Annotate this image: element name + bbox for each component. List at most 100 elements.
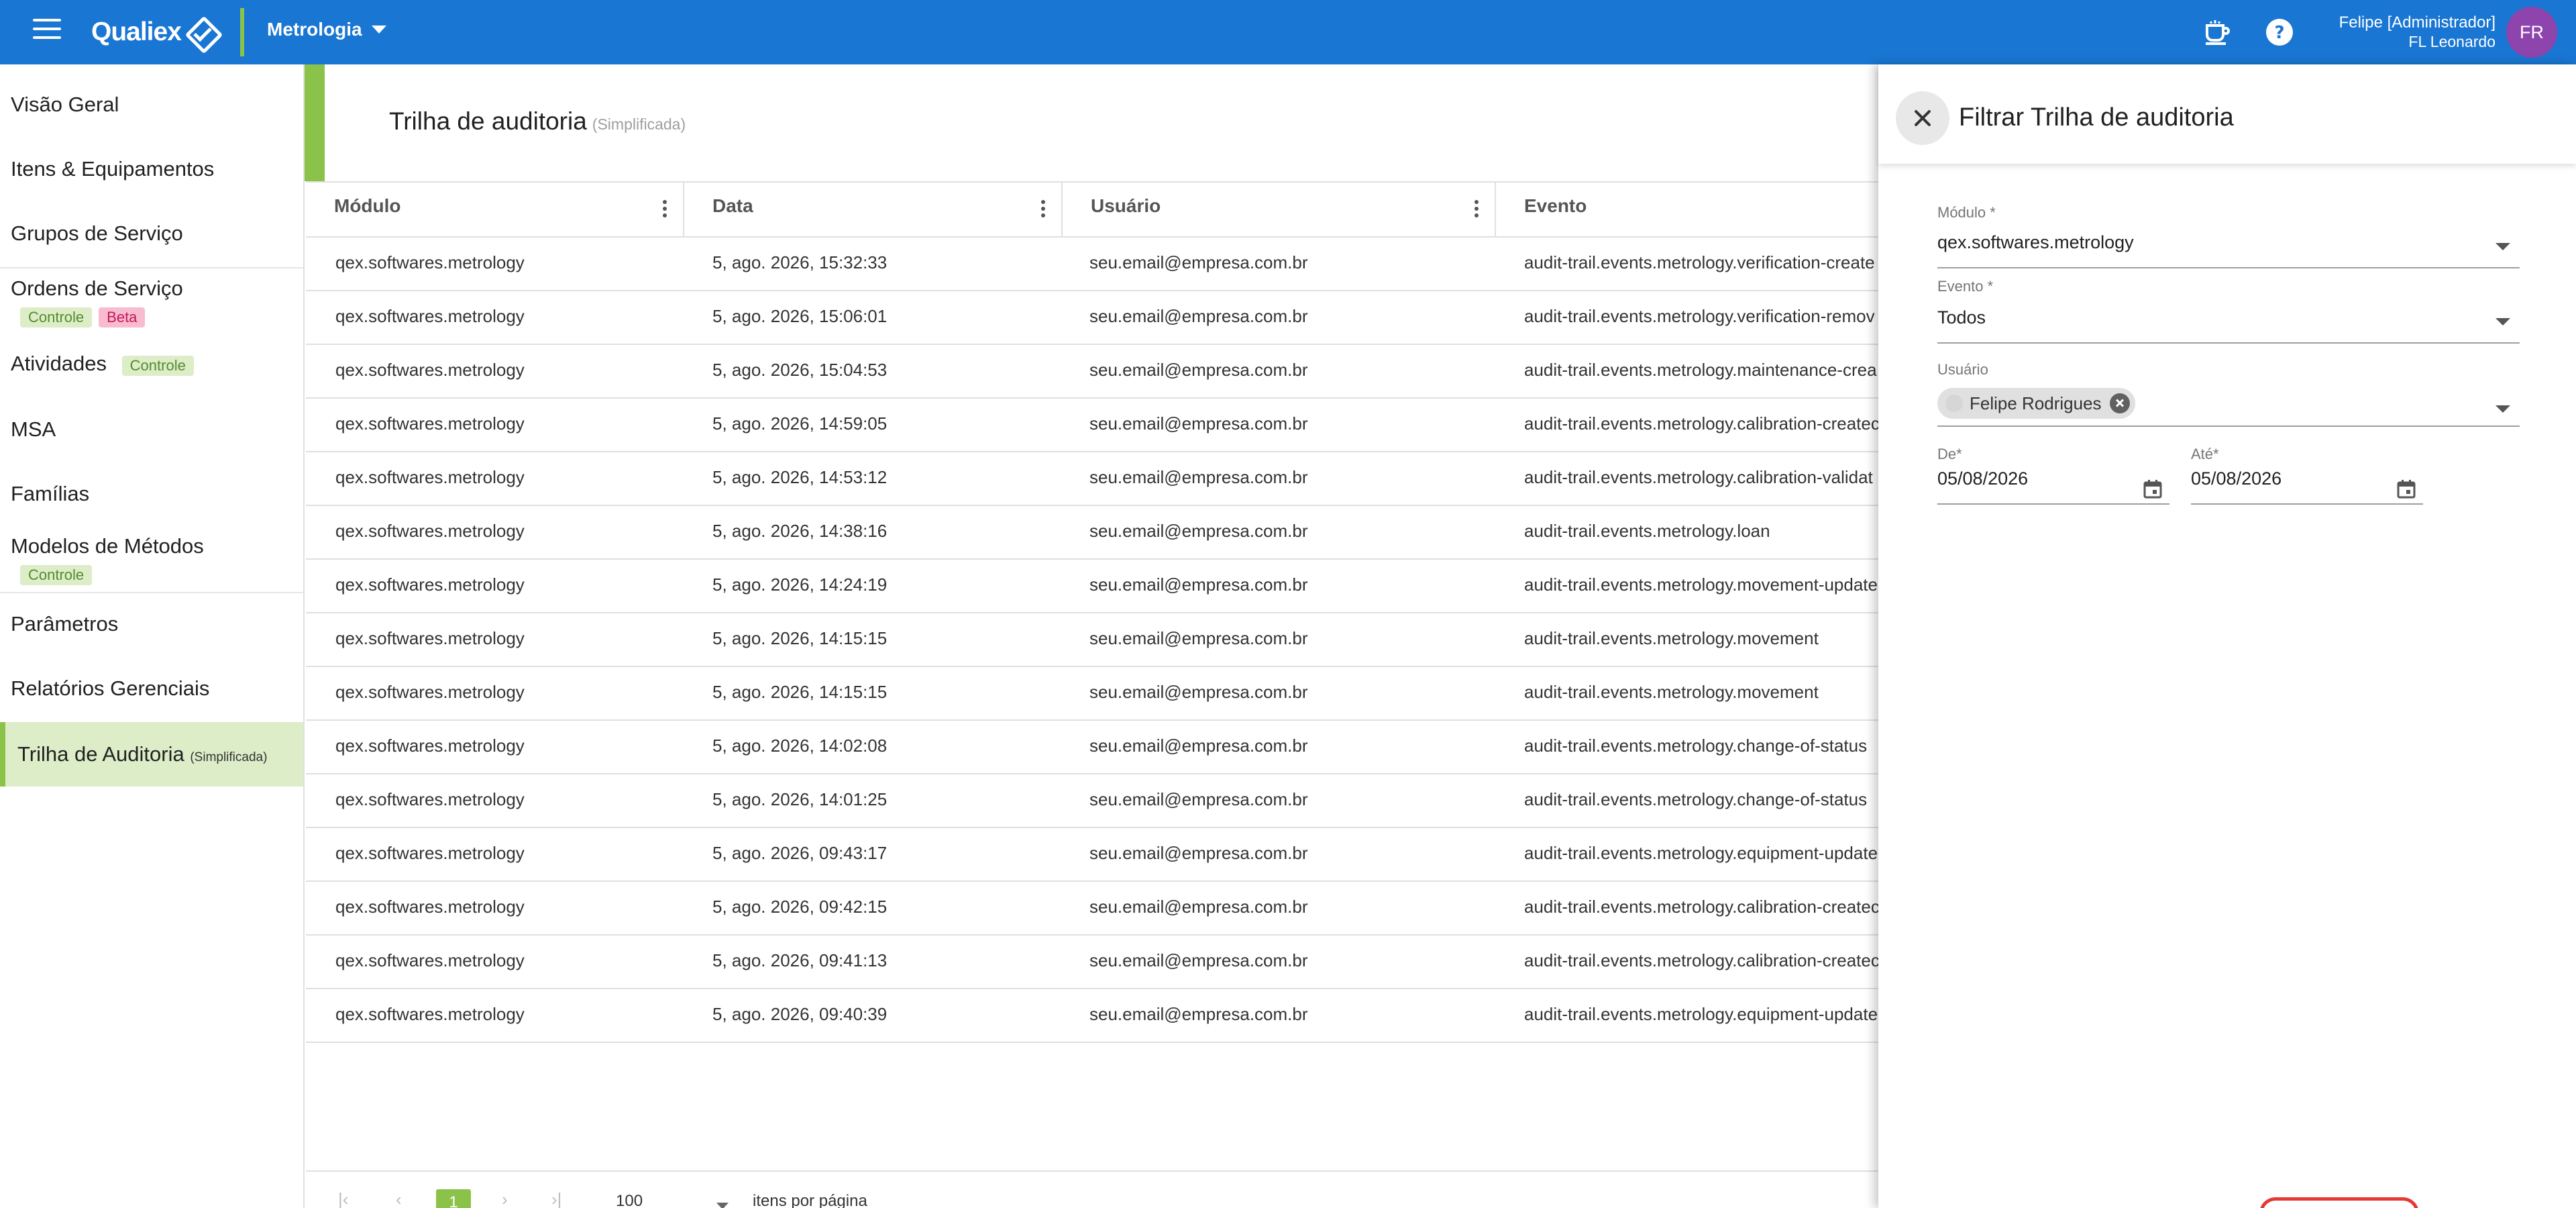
sidebar-item-label: MSA xyxy=(11,417,56,441)
column-header-modulo[interactable]: Módulo xyxy=(306,183,684,238)
sidebar-item-ordens-servico[interactable]: Ordens de Serviço Controle Beta xyxy=(0,276,303,328)
sidebar-item-trilha-auditoria[interactable]: Trilha de Auditoria (Simplificada) xyxy=(0,722,303,787)
menu-icon[interactable] xyxy=(30,19,64,46)
table-row[interactable]: qex.softwares.metrology 5, ago. 2026, 14:… xyxy=(306,399,1878,452)
cell-modulo: qex.softwares.metrology xyxy=(335,789,525,809)
filter-panel-header: Filtrar Trilha de auditoria xyxy=(1878,64,2576,164)
table-row[interactable]: qex.softwares.metrology 5, ago. 2026, 14:… xyxy=(306,452,1878,506)
cell-evento: audit-trail.events.metrology.maintenance… xyxy=(1524,360,1877,380)
table-row[interactable]: qex.softwares.metrology 5, ago. 2026, 14:… xyxy=(306,560,1878,613)
column-header-usuario[interactable]: Usuário xyxy=(1063,183,1496,238)
prev-page-icon[interactable]: ‹ xyxy=(396,1189,402,1208)
column-header-label: Data xyxy=(712,195,753,216)
help-icon[interactable]: ? xyxy=(2263,16,2296,48)
column-header-label: Evento xyxy=(1524,195,1587,216)
date-to-label: Até* xyxy=(2191,446,2219,462)
sidebar-item-label: Trilha de Auditoria xyxy=(17,742,184,766)
cell-data: 5, ago. 2026, 14:38:16 xyxy=(712,521,888,541)
chevron-down-icon[interactable] xyxy=(716,1203,729,1208)
column-menu-icon[interactable] xyxy=(1474,200,1480,219)
sidebar-item-familias[interactable]: Famílias xyxy=(0,482,303,506)
cell-data: 5, ago. 2026, 14:53:12 xyxy=(712,467,888,487)
svg-text:?: ? xyxy=(2274,23,2284,43)
next-page-icon[interactable]: › xyxy=(502,1189,508,1208)
cell-modulo: qex.softwares.metrology xyxy=(335,306,525,326)
sidebar-item-label: Grupos de Serviço xyxy=(11,221,183,245)
last-page-icon[interactable]: ›| xyxy=(551,1189,561,1208)
sidebar-item-modelos-metodos[interactable]: Modelos de Métodos Controle xyxy=(0,534,303,593)
logo-text: Qualiex xyxy=(91,17,182,46)
current-page-button[interactable]: 1 xyxy=(436,1189,471,1208)
cell-evento: audit-trail.events.metrology.equipment-u… xyxy=(1524,1004,1878,1024)
first-page-icon[interactable]: |‹ xyxy=(338,1189,348,1208)
calendar-icon[interactable] xyxy=(2396,479,2416,499)
date-from-label: De* xyxy=(1937,446,1962,462)
avatar[interactable]: FR xyxy=(2506,7,2557,58)
date-from-input[interactable]: De* 05/08/2026 xyxy=(1937,446,2169,506)
table-row[interactable]: qex.softwares.metrology 5, ago. 2026, 09:… xyxy=(306,882,1878,936)
usuario-select[interactable]: Usuário Felipe Rodrigues xyxy=(1937,361,2520,428)
app-logo[interactable]: Qualiex xyxy=(91,15,216,50)
page-title-text: Trilha de auditoria xyxy=(389,107,587,135)
cell-modulo: qex.softwares.metrology xyxy=(335,897,525,917)
chip-remove-icon[interactable] xyxy=(2109,393,2130,413)
apply-filter-button[interactable] xyxy=(2259,1197,2419,1208)
cell-data: 5, ago. 2026, 09:43:17 xyxy=(712,843,888,863)
controle-badge: Controle xyxy=(20,565,93,585)
cell-data: 5, ago. 2026, 14:01:25 xyxy=(712,789,888,809)
evento-value: Todos xyxy=(1937,307,1986,328)
cell-usuario: seu.email@empresa.com.br xyxy=(1089,628,1308,648)
column-menu-icon[interactable] xyxy=(663,200,668,219)
table-row[interactable]: qex.softwares.metrology 5, ago. 2026, 14:… xyxy=(306,721,1878,774)
cell-data: 5, ago. 2026, 15:04:53 xyxy=(712,360,888,380)
sidebar-item-msa[interactable]: MSA xyxy=(0,417,303,442)
calendar-icon[interactable] xyxy=(2143,479,2163,499)
table-row[interactable]: qex.softwares.metrology 5, ago. 2026, 15:… xyxy=(306,345,1878,399)
cell-usuario: seu.email@empresa.com.br xyxy=(1089,574,1308,595)
table-row[interactable]: qex.softwares.metrology 5, ago. 2026, 09:… xyxy=(306,989,1878,1043)
table-row[interactable]: qex.softwares.metrology 5, ago. 2026, 14:… xyxy=(306,506,1878,560)
close-icon[interactable] xyxy=(1896,91,1949,145)
user-info[interactable]: Felipe [Administrador] FL Leonardo xyxy=(2339,13,2496,51)
cell-evento: audit-trail.events.metrology.calibration… xyxy=(1524,467,1873,487)
page-size-select[interactable]: 100 xyxy=(616,1192,643,1208)
cell-evento: audit-trail.events.metrology.calibration… xyxy=(1524,950,1878,970)
table-row[interactable]: qex.softwares.metrology 5, ago. 2026, 14:… xyxy=(306,774,1878,828)
evento-select[interactable]: Evento * Todos xyxy=(1937,278,2520,345)
column-header-evento[interactable]: Evento xyxy=(1496,183,1878,238)
modulo-select[interactable]: Módulo * qex.softwares.metrology xyxy=(1937,204,2520,271)
module-selector[interactable]: Metrologia xyxy=(267,19,386,40)
table-row[interactable]: qex.softwares.metrology 5, ago. 2026, 15:… xyxy=(306,238,1878,291)
table-row[interactable]: qex.softwares.metrology 5, ago. 2026, 14:… xyxy=(306,613,1878,667)
column-header-label: Módulo xyxy=(334,195,401,216)
field-underline xyxy=(1937,267,2520,268)
sidebar-item-parametros[interactable]: Parâmetros xyxy=(0,612,303,636)
column-menu-icon[interactable] xyxy=(1041,200,1046,219)
sidebar-item-itens-equipamentos[interactable]: Itens & Equipamentos xyxy=(0,157,303,181)
cell-modulo: qex.softwares.metrology xyxy=(335,413,525,434)
coffee-cup-icon[interactable] xyxy=(2200,16,2233,48)
table-row[interactable]: qex.softwares.metrology 5, ago. 2026, 14:… xyxy=(306,667,1878,721)
cell-data: 5, ago. 2026, 14:59:05 xyxy=(712,413,888,434)
sidebar-item-atividades[interactable]: Atividades Controle xyxy=(0,352,303,376)
table-row[interactable]: qex.softwares.metrology 5, ago. 2026, 15:… xyxy=(306,291,1878,345)
cell-evento: audit-trail.events.metrology.calibration… xyxy=(1524,897,1878,917)
user-chip: Felipe Rodrigues xyxy=(1937,388,2135,419)
sidebar-item-relatorios-gerenciais[interactable]: Relatórios Gerenciais xyxy=(0,676,303,701)
sidebar-item-label: Visão Geral xyxy=(11,93,119,116)
date-to-input[interactable]: Até* 05/08/2026 xyxy=(2191,446,2423,506)
cell-evento: audit-trail.events.metrology.movement xyxy=(1524,628,1819,648)
chevron-down-icon xyxy=(2496,243,2510,250)
table-row[interactable]: qex.softwares.metrology 5, ago. 2026, 09:… xyxy=(306,936,1878,989)
cell-evento: audit-trail.events.metrology.equipment-u… xyxy=(1524,843,1878,863)
sidebar-item-visao-geral[interactable]: Visão Geral xyxy=(0,93,303,117)
table-row[interactable]: qex.softwares.metrology 5, ago. 2026, 09:… xyxy=(306,828,1878,882)
sidebar-item-grupos-servico[interactable]: Grupos de Serviço xyxy=(0,221,303,268)
chevron-down-icon xyxy=(2496,405,2510,413)
column-header-data[interactable]: Data xyxy=(684,183,1063,238)
cell-evento: audit-trail.events.metrology.movement xyxy=(1524,682,1819,702)
sidebar-item-label: Parâmetros xyxy=(11,612,119,636)
logo-icon xyxy=(186,17,216,47)
sidebar: Visão Geral Itens & Equipamentos Grupos … xyxy=(0,64,305,1208)
cell-modulo: qex.softwares.metrology xyxy=(335,360,525,380)
